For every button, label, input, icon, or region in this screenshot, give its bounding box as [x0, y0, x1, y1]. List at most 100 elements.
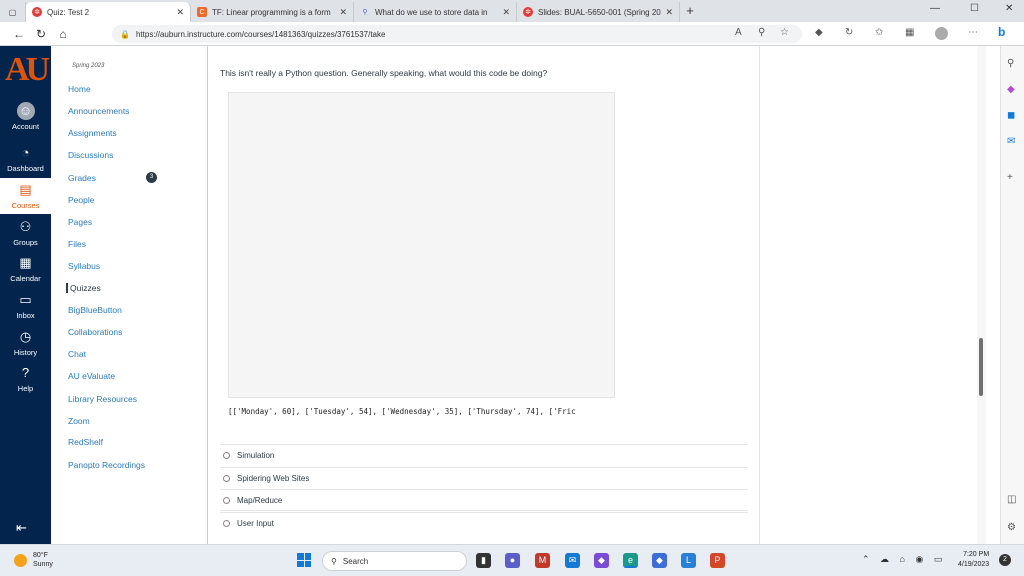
course-nav-pages[interactable]: Pages [68, 217, 92, 227]
maximize-icon[interactable]: ☐ [970, 3, 979, 14]
clock-time: 7:20 PM [963, 551, 990, 558]
profile-avatar[interactable] [935, 27, 948, 40]
course-nav-au-evaluate[interactable]: AU eValuate [68, 371, 115, 381]
sidebar-toggle-icon[interactable]: ◫ [1007, 494, 1016, 505]
course-nav-quizzes[interactable]: Quizzes [66, 283, 101, 293]
radio-button[interactable] [223, 452, 230, 459]
shopping-icon[interactable]: ◆ [1007, 84, 1015, 95]
radio-button[interactable] [223, 496, 230, 504]
answer-option-0[interactable]: Simulation [220, 444, 748, 466]
sunny-icon [14, 553, 27, 567]
course-nav-announcements[interactable]: Announcements [68, 106, 129, 116]
course-nav-people[interactable]: People [68, 195, 94, 205]
refresh-extension-icon[interactable]: ↻ [845, 27, 853, 38]
global-nav-label: Help [17, 384, 34, 393]
global-nav-help[interactable]: ? Help [0, 364, 51, 393]
powerpoint-icon[interactable]: P [710, 553, 725, 568]
course-nav-files[interactable]: Files [68, 239, 86, 249]
answer-option-2[interactable]: Map/Reduce [220, 489, 748, 511]
course-nav-grades[interactable]: Grades [68, 173, 96, 183]
task-view-icon[interactable]: ▮ [476, 553, 491, 568]
tools-icon[interactable]: ✉ [1007, 136, 1015, 147]
home-icon[interactable]: ⌂ [52, 27, 74, 41]
extension-icon[interactable]: ◆ [815, 27, 823, 38]
course-nav-discussions[interactable]: Discussions [68, 150, 113, 160]
notification-badge[interactable]: 2 [999, 554, 1011, 566]
au-logo[interactable]: AU [2, 50, 50, 90]
page-vertical-scrollbar[interactable] [977, 46, 986, 544]
store-icon[interactable]: ◆ [594, 553, 609, 568]
close-icon[interactable]: ✕ [339, 7, 347, 18]
course-nav-assignments[interactable]: Assignments [68, 128, 117, 138]
scrollbar-thumb[interactable] [979, 338, 983, 396]
radio-button[interactable] [223, 520, 230, 527]
browser-tab-2[interactable]: ⚲ What do we use to store data in ✕ [354, 2, 517, 22]
browser-tab-3[interactable]: ✲ Slides: BUAL-5650-001 (Spring 20 ✕ [517, 2, 680, 22]
global-nav-account[interactable]: ☺ Account [0, 102, 51, 131]
course-nav-library-resources[interactable]: Library Resources [68, 394, 137, 404]
clock[interactable]: 7:20 PM 4/19/2023 [958, 550, 989, 570]
global-nav-label: Inbox [16, 311, 35, 320]
search-icon[interactable]: ⚲ [1007, 58, 1014, 69]
question-text: This isn't really a Python question. Gen… [220, 68, 548, 78]
course-nav-redshelf[interactable]: RedShelf [68, 437, 103, 447]
global-nav-inbox[interactable]: ▭ Inbox [0, 291, 51, 320]
mail-icon[interactable]: ✉ [565, 553, 580, 568]
global-nav-calendar[interactable]: ▦ Calendar [0, 254, 51, 283]
edge-sidebar: ⚲ ◆ ◼ ✉ + ◫ ⚙ [1000, 46, 1024, 544]
answer-option-3[interactable]: User Input [220, 512, 748, 534]
weather-widget[interactable]: 80°F Sunny [14, 551, 53, 569]
lync-icon[interactable]: L [681, 553, 696, 568]
system-tray-icons[interactable]: ⌃ ☁ ⌂ ◉ ▭ [862, 554, 946, 565]
browser-tab-1[interactable]: C TF: Linear programming is a form ✕ [191, 2, 354, 22]
help-icon: ? [21, 365, 30, 380]
global-nav-history[interactable]: ◷ History [0, 328, 51, 357]
bing-icon[interactable]: b [998, 25, 1005, 39]
course-nav-panopto-recordings[interactable]: Panopto Recordings [68, 460, 145, 470]
groups-icon: ⚇ [19, 219, 32, 234]
close-icon[interactable]: ✕ [665, 7, 673, 18]
course-nav-home[interactable]: Home [68, 84, 91, 94]
close-icon[interactable]: ✕ [176, 7, 184, 18]
taskbar-search[interactable]: ⚲ Search [322, 551, 467, 571]
course-nav-collaborations[interactable]: Collaborations [68, 327, 122, 337]
outlook-icon[interactable]: ◼ [1007, 110, 1015, 121]
course-nav-syllabus[interactable]: Syllabus [68, 261, 100, 271]
collapse-nav-icon[interactable]: ⇤ [16, 520, 27, 536]
read-aloud-icon[interactable]: A [735, 27, 742, 38]
course-nav-zoom[interactable]: Zoom [68, 416, 90, 426]
window-close-icon[interactable]: ✕ [1005, 3, 1013, 14]
more-icon[interactable]: ⋯ [968, 27, 978, 38]
canvas-icon: ✲ [32, 7, 42, 17]
account-icon: ☺ [16, 102, 35, 120]
global-nav-groups[interactable]: ⚇ Groups [0, 218, 51, 247]
minimize-icon[interactable]: — [930, 3, 940, 14]
url-field[interactable]: 🔒 https://auburn.instructure.com/courses… [112, 25, 802, 43]
settings-icon[interactable]: ⚙ [1007, 522, 1016, 533]
mcafee-icon[interactable]: M [535, 553, 550, 568]
global-nav-dashboard[interactable]: ◔ Dashboard [0, 144, 51, 173]
app-icon[interactable]: ◆ [652, 553, 667, 568]
answer-option-1[interactable]: Spidering Web Sites [220, 467, 748, 489]
global-nav-label: Groups [13, 238, 38, 247]
new-tab-button[interactable]: + [680, 2, 700, 22]
windows-start-icon[interactable] [297, 553, 311, 567]
clock-date: 4/19/2023 [958, 561, 990, 568]
course-nav-chat[interactable]: Chat [68, 349, 86, 359]
tab-actions-icon[interactable]: ▢ [0, 2, 26, 22]
browser-tab-0[interactable]: ✲ Quiz: Test 2 ✕ [26, 2, 191, 22]
close-icon[interactable]: ✕ [502, 7, 510, 18]
edge-icon[interactable]: e [623, 553, 638, 568]
global-nav-courses[interactable]: ▤ Courses [0, 178, 51, 214]
zoom-icon[interactable]: ⚲ [758, 27, 765, 38]
tab-title: What do we use to store data in [375, 7, 488, 17]
favorite-icon[interactable]: ☆ [780, 27, 789, 38]
collections-icon[interactable]: ▦ [905, 27, 914, 38]
back-icon[interactable]: ← [8, 27, 30, 41]
favorites-icon[interactable]: ✩ [875, 27, 883, 38]
teams-icon[interactable]: ● [505, 553, 520, 568]
radio-button[interactable] [223, 475, 230, 482]
course-nav-bigbluebutton[interactable]: BigBlueButton [68, 305, 122, 315]
refresh-icon[interactable]: ↻ [30, 27, 52, 41]
add-icon[interactable]: + [1007, 172, 1013, 183]
